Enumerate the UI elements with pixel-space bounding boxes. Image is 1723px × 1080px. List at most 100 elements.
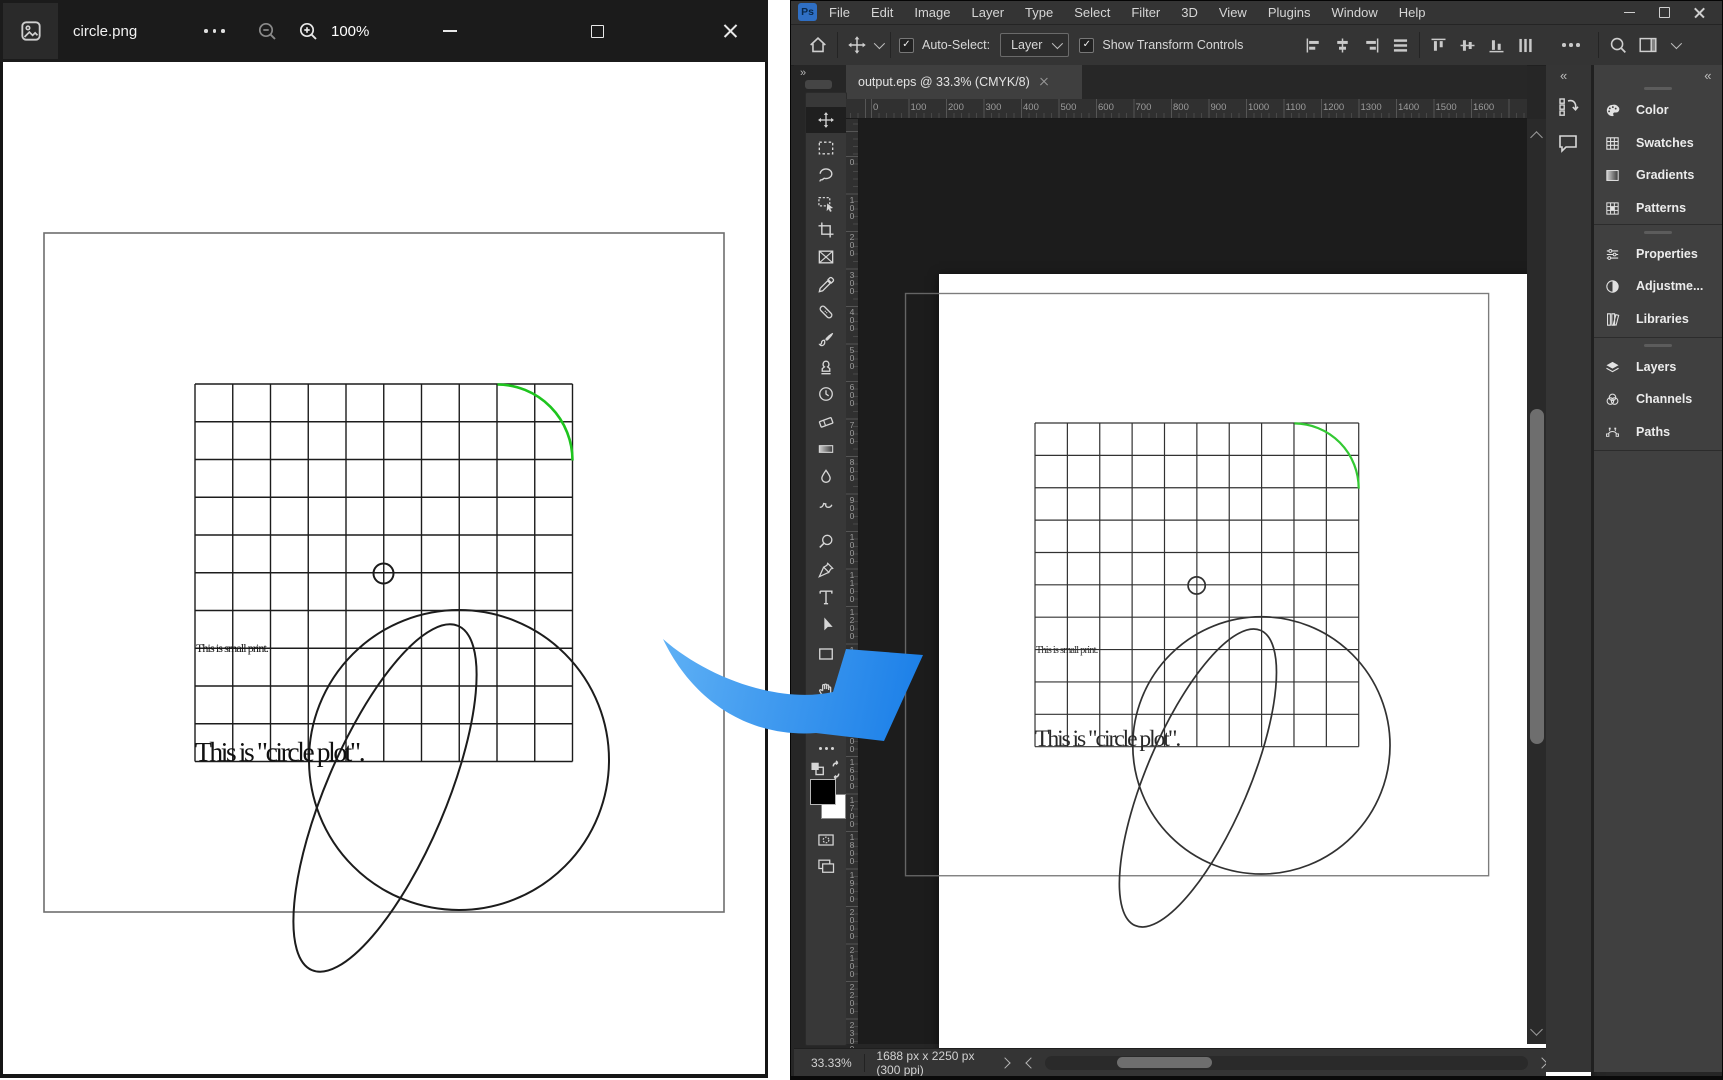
menu-select[interactable]: Select [1074,5,1110,20]
zoom-out-icon[interactable] [255,19,279,43]
panel-tab-libraries[interactable]: Libraries [1594,304,1722,334]
tool-frame[interactable] [806,244,846,270]
tool-eyedropper[interactable] [806,272,846,298]
photos-close-button[interactable] [710,0,750,62]
tool-hand[interactable] [806,677,846,703]
vertical-scrollbar[interactable] [1527,119,1546,1044]
horizontal-scrollbar-thumb[interactable] [1117,1057,1212,1068]
tool-smudge[interactable] [806,491,846,517]
tool-crop[interactable] [806,217,846,243]
menu-type[interactable]: Type [1025,5,1053,20]
tool-type[interactable] [806,584,846,610]
panel-group-grip[interactable] [1644,344,1672,347]
panel-group-grip[interactable] [1644,87,1672,90]
tool-brush[interactable] [806,327,846,353]
zoom-in-icon[interactable] [296,19,320,43]
foreground-color-swatch[interactable] [810,779,836,805]
tool-move[interactable] [806,107,846,133]
blur-icon [816,467,836,487]
photos-minimize-button[interactable] [430,0,470,62]
edit-toolbar-icon[interactable] [806,747,846,750]
tool-history-brush[interactable] [806,381,846,407]
tool-rectangle[interactable] [806,641,846,667]
ps-minimize-button[interactable] [1622,6,1636,20]
toolbar-grip[interactable] [805,80,832,89]
version-history-icon[interactable] [1556,95,1580,119]
tool-lasso[interactable] [806,162,846,188]
workspace-chevron-icon[interactable] [1671,38,1682,49]
photos-maximize-button[interactable] [577,0,617,62]
distribute-v-icon[interactable] [1515,35,1536,56]
menu-help[interactable]: Help [1399,5,1426,20]
tool-healing[interactable] [806,299,846,325]
panel-tab-layers[interactable]: Layers [1594,352,1722,382]
quick-mask[interactable] [806,827,846,853]
swap-colors-icon[interactable] [806,759,846,781]
menu-window[interactable]: Window [1331,5,1377,20]
panel-tab-color[interactable]: Color [1594,95,1722,125]
horizontal-scrollbar[interactable] [1045,1056,1528,1070]
tool-preset-chevron-icon[interactable] [874,38,885,49]
tool-eraser[interactable] [806,409,846,435]
menu-image[interactable]: Image [914,5,950,20]
home-icon[interactable] [807,34,829,56]
status-info-chevron-icon[interactable] [999,1057,1010,1068]
panel-tab-swatches[interactable]: Swatches [1594,128,1722,158]
align-top-icon[interactable] [1428,35,1449,56]
document-page[interactable] [939,274,1591,1080]
move-tool-icon[interactable] [846,34,868,56]
panel-group-grip[interactable] [1644,231,1672,234]
vertical-scrollbar-thumb[interactable] [1530,409,1544,744]
workspace-switcher-icon[interactable] [1637,34,1659,56]
tool-zoom[interactable] [806,703,846,729]
toolbar-expand-icon[interactable]: » [800,67,805,79]
comments-icon[interactable] [1556,131,1580,155]
document-tab[interactable]: output.eps @ 33.3% (CMYK/8) [844,65,1082,99]
tool-blur[interactable] [806,464,846,490]
align-right-icon[interactable] [1361,35,1382,56]
menu-plugins[interactable]: Plugins [1268,5,1311,20]
panel-tab-adjustme[interactable]: Adjustme... [1594,271,1722,301]
tool-clone-stamp[interactable] [806,354,846,380]
scroll-down-icon[interactable] [1530,1023,1543,1036]
menu-3d[interactable]: 3D [1181,5,1198,20]
menu-layer[interactable]: Layer [972,5,1005,20]
panel-tab-channels[interactable]: Channels [1594,384,1722,414]
tool-dodge[interactable] [806,529,846,555]
show-transform-checkbox[interactable]: ✓ [1079,38,1094,53]
tool-marquee[interactable] [806,135,846,161]
more-options-icon[interactable] [204,29,225,33]
align-left-icon[interactable] [1303,35,1324,56]
auto-select-target-dropdown[interactable]: Layer [1000,33,1069,57]
panels-collapse-icon[interactable]: « [1704,68,1710,83]
menu-file[interactable]: File [829,5,850,20]
photos-zoom-level[interactable]: 100% [331,0,369,62]
strip-collapse-icon[interactable]: « [1560,68,1566,83]
auto-select-checkbox[interactable]: ✓ [899,38,914,53]
status-zoom-level[interactable]: 33.33% [811,1056,852,1070]
tool-pen[interactable] [806,557,846,583]
panel-tab-patterns[interactable]: Patterns [1594,193,1722,223]
canvas-area[interactable] [859,119,1527,1044]
more-align-options-icon[interactable] [1562,43,1580,47]
panel-tab-gradients[interactable]: Gradients [1594,160,1722,190]
tab-close-icon[interactable] [1040,78,1049,87]
align-center-v-icon[interactable] [1457,35,1478,56]
tool-object-select[interactable] [806,190,846,216]
hscroll-left-icon[interactable] [1025,1057,1036,1068]
menu-edit[interactable]: Edit [871,5,893,20]
tool-path-select[interactable] [806,612,846,638]
screen-mode[interactable] [806,853,846,879]
distribute-h-icon[interactable] [1390,35,1411,56]
tool-gradient[interactable] [806,436,846,462]
panel-tab-paths[interactable]: Paths [1594,417,1722,447]
search-icon[interactable] [1607,34,1629,56]
ps-maximize-button[interactable] [1657,6,1671,20]
panel-tab-properties[interactable]: Properties [1594,239,1722,269]
align-center-h-icon[interactable] [1332,35,1353,56]
menu-view[interactable]: View [1219,5,1247,20]
align-bottom-icon[interactable] [1486,35,1507,56]
menu-filter[interactable]: Filter [1131,5,1160,20]
ps-close-button[interactable] [1692,6,1706,20]
scroll-up-icon[interactable] [1530,131,1543,144]
